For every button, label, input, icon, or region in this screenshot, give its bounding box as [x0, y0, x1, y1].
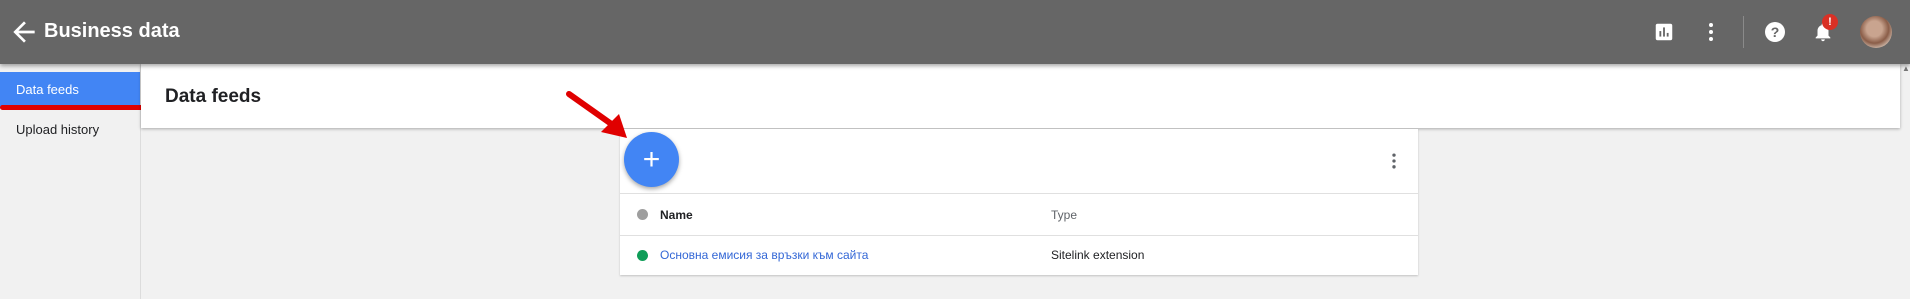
sidebar-item-data-feeds[interactable]: Data feeds	[0, 72, 140, 108]
table-row: Основна емисия за връзки към сайта Sitel…	[620, 235, 1418, 275]
back-arrow-icon[interactable]	[8, 16, 40, 48]
status-header-icon	[637, 209, 648, 220]
notification-badge: !	[1822, 14, 1838, 30]
svg-text:?: ?	[1771, 24, 1780, 40]
page-header: Data feeds	[141, 64, 1900, 128]
avatar[interactable]	[1860, 16, 1892, 48]
annotation-underline	[0, 105, 145, 110]
reports-icon[interactable]	[1650, 18, 1678, 46]
table-header-row: Name Type	[620, 193, 1418, 236]
page-title: Data feeds	[165, 86, 262, 107]
annotation-arrow-icon	[566, 91, 627, 138]
help-icon[interactable]: ?	[1761, 18, 1789, 46]
feed-type: Sitelink extension	[1051, 248, 1145, 262]
column-header-name[interactable]: Name	[660, 208, 693, 222]
feed-name-link[interactable]: Основна емисия за връзки към сайта	[660, 248, 868, 262]
app-title: Business data	[44, 20, 180, 42]
data-feeds-card: + Name Type Основна емисия за връзки към…	[620, 129, 1418, 275]
status-enabled-icon	[637, 250, 648, 261]
sidebar-item-upload-history[interactable]: Upload history	[0, 112, 140, 148]
toolbar-divider	[1743, 16, 1744, 48]
sidebar-item-label: Upload history	[16, 122, 100, 137]
more-vert-icon[interactable]	[1697, 18, 1725, 46]
top-app-bar: Business data ? !	[0, 0, 1910, 64]
sidebar-item-label: Data feeds	[16, 82, 79, 97]
column-header-type[interactable]: Type	[1051, 208, 1077, 222]
card-more-vert-icon[interactable]	[1382, 149, 1406, 173]
sidebar: Data feeds Upload history	[0, 64, 141, 299]
scroll-up-icon[interactable]: ▲	[1902, 64, 1910, 74]
